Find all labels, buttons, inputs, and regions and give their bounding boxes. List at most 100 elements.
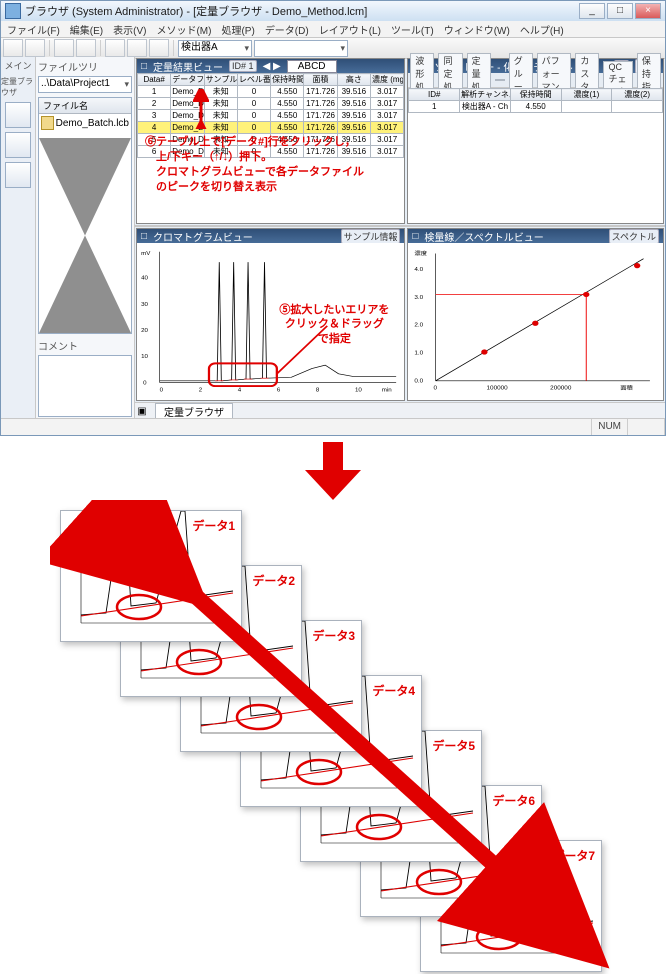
- tool-print-icon[interactable]: [54, 39, 74, 57]
- menu-edit[interactable]: 編集(E): [68, 22, 105, 37]
- method-pane: □メソッドビュー - 化合物テーブル ⋯ 編集 波形処理同定処理定量処理グループ…: [407, 58, 664, 224]
- sample-info-tab[interactable]: サンプル情報: [341, 229, 401, 244]
- svg-text:10: 10: [355, 388, 362, 393]
- table-row[interactable]: 1検出器A - Ch4.550: [409, 101, 663, 113]
- table-row[interactable]: 1Demo_Data-001.lcd未知04.550171.72639.5163…: [138, 86, 404, 98]
- svg-text:mV: mV: [141, 252, 150, 257]
- window-title: ブラウザ (System Administrator) - [定量ブラウザ - …: [25, 3, 367, 19]
- menu-tool[interactable]: ツール(T): [389, 22, 436, 37]
- secondary-select[interactable]: [254, 40, 348, 57]
- tool-save-icon[interactable]: [25, 39, 45, 57]
- filetree-item[interactable]: Demo_Batch.lcb: [39, 114, 131, 132]
- menu-layout[interactable]: レイアウト(L): [317, 22, 383, 37]
- bottom-tab-quant[interactable]: 定量ブラウザ: [155, 403, 233, 419]
- method-table[interactable]: ID#解析チャンネル保持時間濃度(1)濃度(2)1検出器A - Ch4.550: [408, 88, 663, 113]
- left-browser-label: 定量ブラウザ: [1, 76, 35, 98]
- project-path-select[interactable]: ..\Data\Project1: [38, 76, 132, 93]
- comment-box[interactable]: [38, 355, 132, 417]
- svg-text:100000: 100000: [487, 386, 508, 391]
- tool-unknown-icon[interactable]: [127, 39, 147, 57]
- bottom-tab-strip[interactable]: ▣ 定量ブラウザ: [135, 402, 665, 419]
- table-row[interactable]: 3Demo_Data-003.lcd未知04.550171.72639.5163…: [138, 110, 404, 122]
- table-row[interactable]: 2Demo_Data-002.lcd未知04.550171.72639.5163…: [138, 98, 404, 110]
- big-down-arrow-icon: [303, 442, 363, 500]
- filetree-header: ファイル名: [39, 98, 131, 114]
- close-button[interactable]: ×: [635, 3, 661, 19]
- chromatogram-pane-header[interactable]: □クロマトグラムビュー サンプル情報: [137, 229, 404, 243]
- svg-text:2.0: 2.0: [415, 323, 424, 328]
- svg-text:3.0: 3.0: [415, 295, 424, 300]
- menu-help[interactable]: ヘルプ(H): [518, 22, 566, 37]
- svg-text:200000: 200000: [551, 386, 572, 391]
- svg-text:10: 10: [141, 354, 148, 359]
- svg-text:面積: 面積: [621, 384, 634, 391]
- menu-window[interactable]: ウィンドウ(W): [442, 22, 512, 37]
- tool-open-icon[interactable]: [3, 39, 23, 57]
- tool-help-icon[interactable]: [149, 39, 169, 57]
- method-tab-strip[interactable]: 波形処理同定処理定量処理グループパフォーマンスカスタムQCチェック保持指標: [408, 73, 663, 88]
- minimize-button[interactable]: _: [579, 3, 605, 19]
- svg-text:1.0: 1.0: [415, 351, 424, 356]
- menubar[interactable]: ファイル(F) 編集(E) 表示(V) メソッド(M) 処理(P) データ(D)…: [1, 21, 665, 38]
- thumbnail-label: データ4: [372, 682, 415, 699]
- callout-6: ⑥テーブル上で[データ#]行をクリックし， 上/下キー（↑/↓）押下。 クロマト…: [145, 135, 395, 194]
- tool-preview-icon[interactable]: [76, 39, 96, 57]
- app-icon: [5, 3, 21, 19]
- left-palette-label: メイン: [4, 59, 31, 72]
- svg-text:濃度: 濃度: [415, 250, 428, 257]
- thumbnail-label: データ3: [312, 627, 355, 644]
- chromatogram-chart[interactable]: 検出器A:254nm Max Intensity : 40.599 Time 2…: [137, 243, 404, 400]
- thumbnail-label: データ7: [552, 847, 595, 864]
- batch-file-icon: [41, 116, 54, 130]
- spectrum-tab[interactable]: スペクトル: [609, 229, 659, 244]
- svg-text:30: 30: [141, 302, 148, 307]
- palette-item-1-icon[interactable]: [5, 102, 31, 128]
- left-palette: メイン 定量ブラウザ: [1, 57, 36, 419]
- app-window: ブラウザ (System Administrator) - [定量ブラウザ - …: [0, 0, 666, 436]
- compound-select[interactable]: ABCD: [287, 60, 337, 73]
- svg-text:20: 20: [141, 328, 148, 333]
- statusbar-num: NUM: [592, 419, 628, 435]
- svg-text:0.0: 0.0: [415, 379, 424, 384]
- svg-text:40: 40: [141, 276, 148, 281]
- calibration-chart[interactable]: Y = 1.7698e−005x − 0.00557636 r² = 0.999…: [408, 243, 663, 400]
- svg-text:2: 2: [199, 388, 202, 393]
- menu-view[interactable]: 表示(V): [111, 22, 148, 37]
- filetree-panel: ファイルツリ ..\Data\Project1 ファイル名 Demo_Batch…: [36, 57, 135, 419]
- calibration-pane: □検量線／スペクトルビュー スペクトル Y = 1.7698e−005x − 0…: [407, 228, 664, 401]
- callout-5: ⑤拡大したいエリアを クリック＆ドラッグ で指定: [274, 303, 394, 346]
- calibration-pane-title: 検量線／スペクトルビュー: [424, 229, 543, 244]
- svg-text:0: 0: [434, 386, 438, 391]
- table-row[interactable]: 4Demo_Data-004.lcd未知04.550171.72639.5163…: [138, 122, 404, 134]
- svg-text:0: 0: [160, 388, 163, 393]
- menu-data[interactable]: データ(D): [263, 22, 311, 37]
- palette-item-2-icon[interactable]: [5, 132, 31, 158]
- menu-process[interactable]: 処理(P): [219, 22, 256, 37]
- detector-select[interactable]: 検出器A: [178, 40, 252, 57]
- thumbnail-label: データ1: [192, 517, 235, 534]
- thumbnail-label: データ5: [432, 737, 475, 754]
- thumbnail-label: データ2: [252, 572, 295, 589]
- svg-text:8: 8: [316, 388, 319, 393]
- tool-lock-icon[interactable]: [105, 39, 125, 57]
- chromatogram-pane: □クロマトグラムビュー サンプル情報 検出器A:254nm Max Intens…: [136, 228, 405, 401]
- menu-method[interactable]: メソッド(M): [154, 22, 213, 37]
- svg-text:0: 0: [143, 381, 146, 386]
- menu-file[interactable]: ファイル(F): [5, 22, 62, 37]
- cascade-area: データ7 データ6 データ5 データ4 データ3 データ2 データ1: [50, 500, 650, 970]
- filetree-empty-pattern: [39, 138, 131, 333]
- calibration-pane-header[interactable]: □検量線／スペクトルビュー スペクトル: [408, 229, 663, 243]
- maximize-button[interactable]: □: [607, 3, 633, 19]
- results-pane-header[interactable]: □定量結果ビュー ID# 1 ◀ ▶ ABCD: [137, 59, 404, 73]
- filetree-label: ファイルツリ: [36, 57, 134, 74]
- filetree-item-label: Demo_Batch.lcb: [56, 118, 129, 129]
- thumbnail-label: データ6: [492, 792, 535, 809]
- thumbnail: データ1: [60, 510, 242, 642]
- palette-item-3-icon[interactable]: [5, 162, 31, 188]
- titlebar[interactable]: ブラウザ (System Administrator) - [定量ブラウザ - …: [1, 1, 665, 21]
- results-pane: □定量結果ビュー ID# 1 ◀ ▶ ABCD Data#データファイル名サンプ…: [136, 58, 405, 224]
- method-tab[interactable]: [495, 79, 505, 81]
- results-pane-title: 定量結果ビュー: [153, 59, 223, 74]
- filetree[interactable]: ファイル名 Demo_Batch.lcb: [38, 97, 132, 334]
- svg-text:4.0: 4.0: [415, 267, 424, 272]
